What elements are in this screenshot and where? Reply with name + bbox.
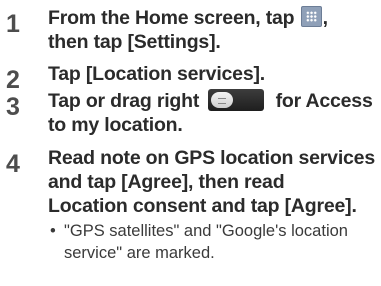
note-line: • "GPS satellites" and "Google's location [50, 220, 380, 242]
step-number: 3 [6, 93, 20, 121]
step-text-part: for Access [270, 90, 373, 112]
step-line: From the Home screen, tap , [48, 6, 378, 30]
step-line: Tap [Location services]. [48, 63, 265, 85]
step-note: • "GPS satellites" and "Google's location… [50, 220, 380, 264]
bullet-marker: • [50, 222, 56, 240]
step-text: Tap [Location services]. [48, 62, 378, 86]
step-number: 2 [6, 66, 20, 94]
step-number: 4 [6, 150, 20, 178]
step-line: Tap or drag right for Access [48, 89, 378, 113]
step-line: then tap [Settings]. [48, 31, 221, 53]
step-line: Read note on GPS location services [48, 147, 375, 169]
step-line: Location consent and tap [Agree]. [48, 195, 357, 217]
step-number: 1 [6, 10, 20, 38]
step-text-part: , [322, 7, 328, 29]
step-text: From the Home screen, tap , then tap [Se… [48, 6, 378, 54]
step-line: and tap [Agree], then read [48, 171, 285, 193]
step-text: Read note on GPS location services and t… [48, 146, 378, 218]
note-line: service" are marked. [64, 244, 215, 262]
step-text-part: From the Home screen, tap [48, 7, 300, 29]
note-text: "GPS satellites" and "Google's location [64, 222, 348, 240]
step-line: to my location. [48, 114, 183, 136]
step-text: Tap or drag right for Access to my locat… [48, 89, 378, 137]
toggle-switch-icon [208, 89, 265, 111]
step-text-part: Tap or drag right [48, 90, 205, 112]
apps-grid-icon [300, 6, 322, 27]
